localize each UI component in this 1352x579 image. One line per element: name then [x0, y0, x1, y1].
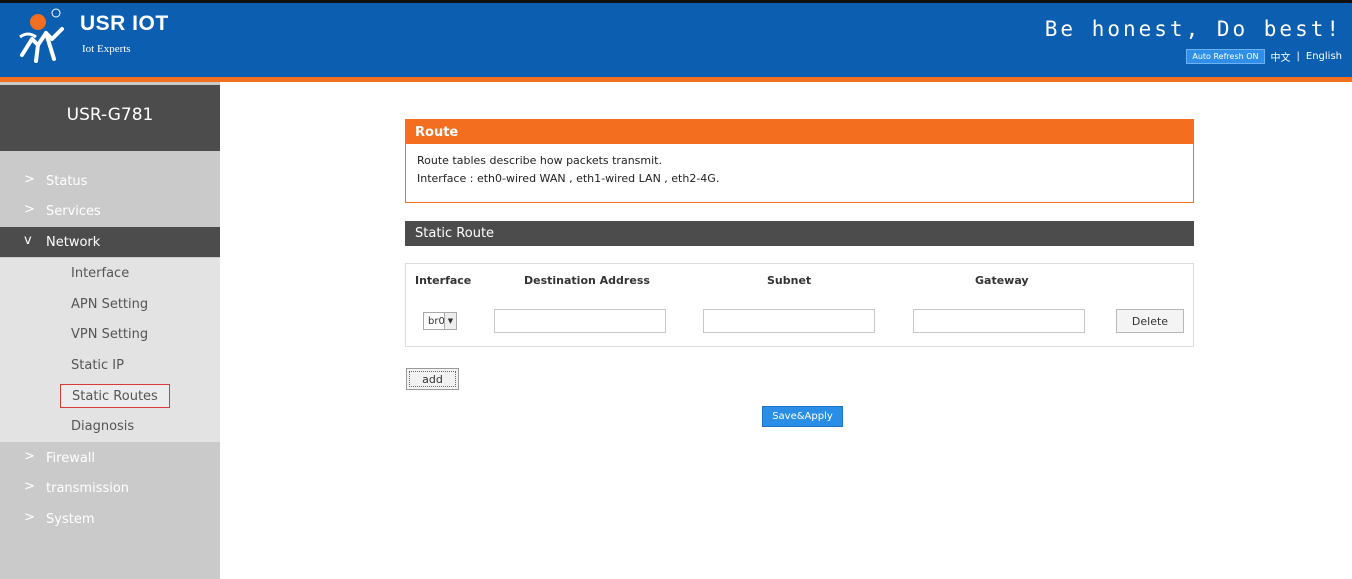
route-info-panel: Route Route tables describe how packets …	[405, 119, 1194, 203]
sidebar-item-firewall[interactable]: > Firewall	[0, 443, 220, 473]
header-bar: USR IOT Iot Experts Be honest, Do best! …	[0, 3, 1352, 77]
sidebar-item-label: Status	[46, 173, 88, 189]
chevron-right-icon: >	[24, 172, 35, 187]
gateway-input[interactable]	[913, 309, 1085, 333]
sidebar-subitem-vpn-setting[interactable]: VPN Setting	[60, 322, 159, 346]
sidebar-item-label: System	[46, 511, 95, 527]
dropdown-arrow-icon[interactable]: ▼	[444, 313, 456, 329]
auto-refresh-toggle[interactable]: Auto Refresh ON	[1186, 49, 1265, 64]
lang-chinese-link[interactable]: 中文	[1271, 49, 1291, 64]
column-header-gateway: Gateway	[975, 274, 1029, 287]
header-controls: Auto Refresh ON 中文 | English	[1186, 49, 1342, 64]
route-panel-title: Route	[406, 120, 1193, 144]
column-header-interface: Interface	[415, 274, 472, 287]
column-header-subnet: Subnet	[767, 274, 812, 287]
chevron-right-icon: >	[24, 510, 35, 525]
chevron-right-icon: >	[24, 479, 35, 494]
destination-address-input[interactable]	[494, 309, 666, 333]
sidebar-item-label: transmission	[46, 480, 130, 496]
static-route-title: Static Route	[405, 221, 1194, 246]
sidebar-item-label: Services	[46, 203, 101, 219]
add-route-button[interactable]: add	[406, 368, 459, 390]
slogan: Be honest, Do best!	[1044, 17, 1342, 41]
sidebar-item-status[interactable]: > Status	[0, 166, 220, 196]
chevron-right-icon: >	[24, 449, 35, 464]
sidebar-subitem-interface[interactable]: Interface	[60, 261, 140, 285]
sidebar-subitem-apn-setting[interactable]: APN Setting	[60, 292, 159, 316]
route-description: Route tables describe how packets transm…	[417, 154, 662, 167]
lang-english-link[interactable]: English	[1306, 51, 1342, 62]
chevron-down-icon: v	[24, 233, 32, 248]
usr-iot-logo-icon	[19, 8, 64, 63]
sidebar-item-label: Firewall	[46, 450, 96, 466]
static-route-table: Interface Destination Address Subnet Gat…	[405, 263, 1194, 347]
sidebar-item-system[interactable]: > System	[0, 504, 220, 534]
save-apply-button[interactable]: Save&Apply	[762, 406, 843, 427]
delete-button[interactable]: Delete	[1116, 309, 1184, 333]
brand-subtitle: Iot Experts	[82, 43, 131, 55]
sidebar-subitem-diagnosis[interactable]: Diagnosis	[60, 414, 145, 438]
sidebar-item-network[interactable]: v Network	[0, 227, 220, 257]
subnet-input[interactable]	[703, 309, 875, 333]
sidebar-item-services[interactable]: > Services	[0, 196, 220, 226]
sidebar: USR-G781 > Status > Services v Network I…	[0, 82, 220, 579]
sidebar-item-transmission[interactable]: > transmission	[0, 473, 220, 503]
lang-separator: |	[1296, 51, 1300, 62]
interface-select-value: br0	[428, 316, 445, 327]
interface-select[interactable]: br0 ▼	[423, 312, 457, 330]
route-interface-note: Interface : eth0-wired WAN , eth1-wired …	[417, 172, 720, 185]
sidebar-item-label: Network	[46, 234, 101, 250]
device-model: USR-G781	[0, 85, 220, 151]
sidebar-subitem-static-routes[interactable]: Static Routes	[60, 384, 170, 408]
column-header-destination: Destination Address	[524, 274, 650, 287]
sidebar-subitem-static-ip[interactable]: Static IP	[60, 353, 135, 377]
chevron-right-icon: >	[24, 202, 35, 217]
brand-name: USR IOT	[80, 12, 169, 35]
